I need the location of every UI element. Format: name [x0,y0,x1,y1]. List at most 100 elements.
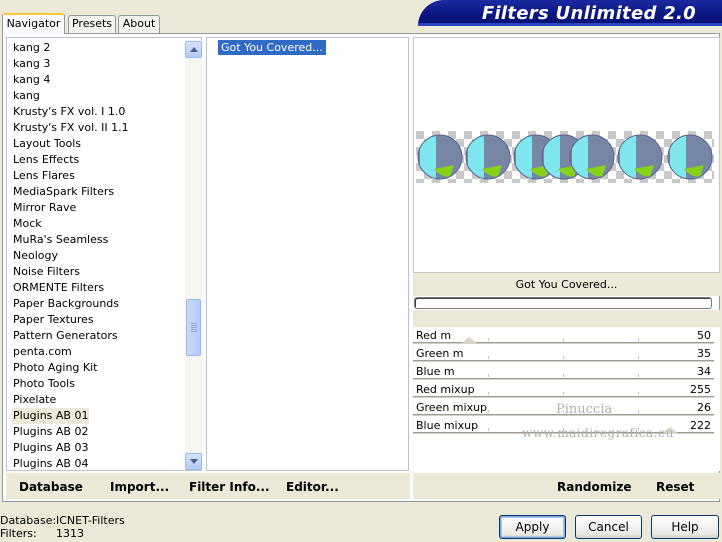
category-item[interactable]: Photo Aging Kit [12,360,98,376]
parameter-slider[interactable]: Blue m 34 [413,363,720,381]
apply-button[interactable]: Apply [499,515,566,539]
category-item[interactable]: Pixelate [12,392,57,408]
slider-tick [488,374,489,377]
category-item[interactable]: kang 2 [12,40,51,56]
slider-track[interactable] [413,396,714,398]
parameter-label: Blue mixup [416,419,479,432]
slider-tick [563,374,564,377]
slider-tick [488,392,489,395]
status-info: Database:ICNET-Filters Filters: 1313 [0,514,125,540]
preview-sphere [617,134,663,180]
category-item[interactable]: Lens Effects [12,152,80,168]
parameter-label: Red mixup [416,383,475,396]
category-item[interactable]: Plugins AB 03 [12,440,89,456]
scrollbar-thumb[interactable] [186,299,201,356]
watermark-url: www.maidiregrafica.eu [522,426,674,440]
parameter-label: Green mixup [416,401,488,414]
parameter-value: 35 [697,347,711,360]
slider-tick [638,410,639,413]
slider-tick [638,338,639,341]
slider-tick [488,338,489,341]
preview-action-bar: Randomize Reset [413,473,720,499]
category-item[interactable]: MediaSpark Filters [12,184,115,200]
tab-navigator[interactable]: Navigator [2,13,65,34]
cancel-button[interactable]: Cancel [575,515,642,539]
parameter-value: 26 [697,401,711,414]
category-item[interactable]: Paper Backgrounds [12,296,120,312]
progress-bar [414,297,712,309]
tab-presets[interactable]: Presets [68,15,116,33]
category-item[interactable]: Plugins AB 02 [12,424,89,440]
slider-tick [563,392,564,395]
parameter-value: 34 [697,365,711,378]
database-label: Database: [0,514,57,527]
list-action-bar: Database Import... Filter Info... Editor… [6,473,410,499]
parameter-slider[interactable]: Red m 50 [413,327,720,345]
randomize-button[interactable]: Randomize [557,480,631,494]
parameter-header [413,310,720,327]
preview-sphere [417,134,463,180]
parameter-value: 255 [690,383,711,396]
category-item[interactable]: Mock [12,216,43,232]
category-list[interactable]: kang 2 kang 3 kang 4 kang Krusty's FX vol. I… [6,37,202,471]
category-item[interactable]: MuRa's Seamless [12,232,109,248]
parameter-label: Red m [416,329,452,342]
slider-track[interactable] [413,378,714,380]
preview-sphere [667,134,713,180]
chevron-down-icon[interactable] [185,453,202,470]
slider-tick [488,410,489,413]
database-button[interactable]: Database [19,480,83,494]
category-item[interactable]: Photo Tools [12,376,76,392]
parameter-value: 222 [690,419,711,432]
parameter-label: Green m [416,347,464,360]
reset-button[interactable]: Reset [656,480,694,494]
banner-title: Filters Unlimited 2.0 [481,3,696,24]
editor-button[interactable]: Editor... [286,480,339,494]
category-item[interactable]: Layout Tools [12,136,82,152]
parameter-label: Blue m [416,365,455,378]
category-item[interactable]: Paper Textures [12,312,95,328]
filter-item[interactable]: Got You Covered... [218,40,326,55]
category-item[interactable]: kang 3 [12,56,51,72]
filter-caption: Got You Covered... [413,273,720,296]
slider-tick [488,428,489,431]
database-value: ICNET-Filters [56,514,125,527]
chevron-up-icon[interactable] [185,41,202,58]
parameter-value: 50 [697,329,711,342]
category-item[interactable]: ORMENTE Filters [12,280,105,296]
filter-list[interactable]: Got You Covered... [206,37,409,471]
category-item[interactable]: Mirror Rave [12,200,77,216]
category-item[interactable]: Neology [12,248,59,264]
tab-about[interactable]: About [118,15,160,33]
import-button[interactable]: Import... [110,480,169,494]
preview-sphere [465,134,511,180]
category-item[interactable]: kang 4 [12,72,51,88]
category-item[interactable]: Pattern Generators [12,328,119,344]
slider-tick [563,356,564,359]
category-item[interactable]: Plugins AB 01 [12,408,90,424]
parameter-slider[interactable]: Green m 35 [413,345,720,363]
title-banner: Filters Unlimited 2.0 [418,0,722,26]
slider-tick [488,356,489,359]
preview-sphere [569,134,615,180]
parameter-panel: Red m 50 Green m 35 Blue m 34 Red mixup 255 Gree… [413,310,720,471]
slider-track[interactable] [413,360,714,362]
category-item[interactable]: Noise Filters [12,264,81,280]
category-item[interactable]: kang [12,88,41,104]
watermark-name: Pinuccia [556,402,613,417]
category-item[interactable]: penta.com [12,344,73,360]
category-item[interactable]: Krusty's FX vol. II 1.1 [12,120,130,136]
slider-track[interactable] [413,342,714,344]
slider-tick [638,392,639,395]
help-button[interactable]: Help [651,515,719,539]
filters-count: 1313 [56,527,84,540]
filter-info-button[interactable]: Filter Info... [189,480,270,494]
category-item[interactable]: Krusty's FX vol. I 1.0 [12,104,126,120]
parameter-slider[interactable]: Red mixup 255 [413,381,720,399]
slider-tick [638,374,639,377]
category-item[interactable]: Lens Flares [12,168,76,184]
slider-thumb[interactable] [460,337,478,344]
category-scrollbar[interactable] [185,40,202,470]
category-item[interactable]: Plugins AB 04 [12,456,89,472]
preview-image [416,131,714,183]
